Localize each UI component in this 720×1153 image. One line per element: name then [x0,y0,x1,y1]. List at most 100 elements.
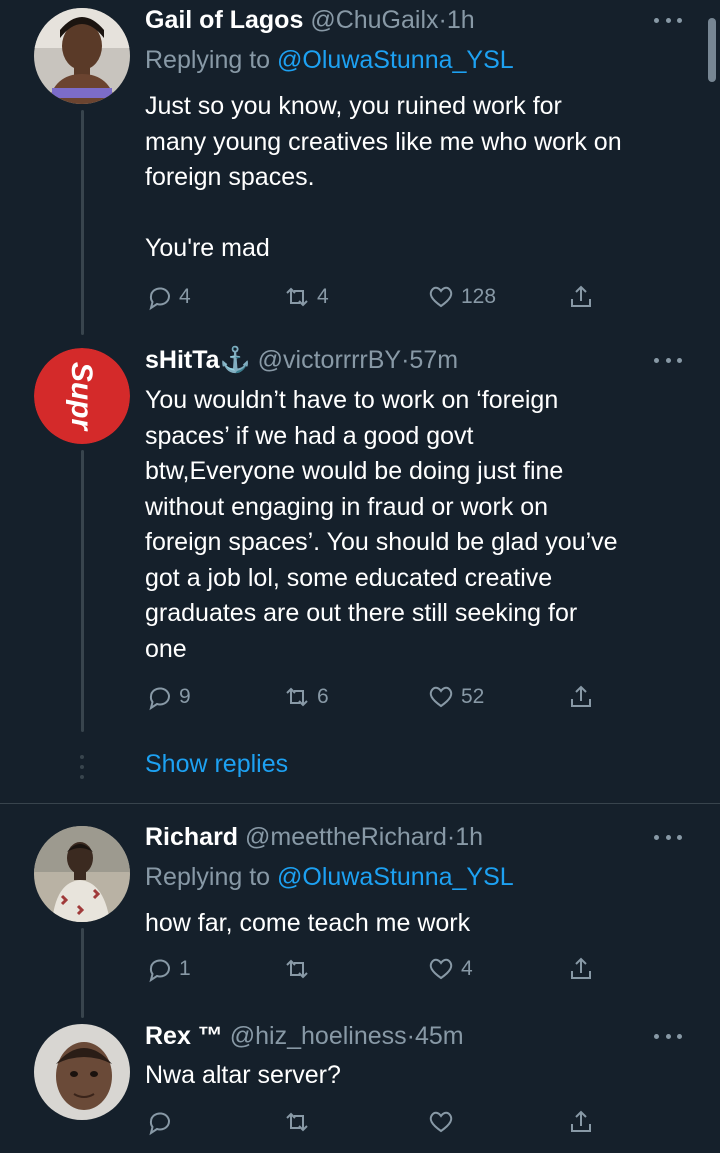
reply-count: 1 [179,957,191,980]
separator-dot: · [438,6,447,34]
share-icon [571,1110,591,1132]
display-name[interactable]: Gail of Lagos [145,6,303,34]
scrollbar[interactable] [708,18,716,82]
share-icon [571,685,591,707]
more-options-icon[interactable] [654,355,682,365]
tweet-text-line: You're mad [145,234,270,262]
tweet-text-line: btw,Everyone would be doing just fine [145,457,564,485]
tweet-text-line: spaces’ if we had a good govt [145,421,474,450]
replying-to-label: Replying to [145,863,278,891]
retweet-button[interactable]: 4 [283,283,329,311]
anchor-emoji: ⚓ [219,346,251,374]
more-options-icon[interactable] [654,832,682,842]
timestamp[interactable]: 1h [455,823,483,851]
like-button[interactable] [427,1108,455,1136]
heart-icon [429,286,453,308]
like-count: 52 [461,685,485,708]
reply-button[interactable]: 9 [145,683,191,711]
retweet-count: 4 [317,285,329,308]
reply-icon [149,959,170,983]
like-button[interactable]: 128 [427,283,496,311]
tweet-text-line: foreign spaces. [145,163,315,191]
reply-button[interactable]: 4 [145,283,191,311]
tweet-text: Just so you know, you ruined work for ma… [145,89,705,267]
tweet-text-line: many young creatives like me who work on [145,127,622,156]
timestamp[interactable]: 57m [409,346,458,374]
share-button[interactable] [567,683,595,711]
tweet-header: Rex ™ @hiz_hoeliness·45m [145,1020,464,1052]
tweet-text-line: Just so you know, you ruined work for [145,92,562,120]
tweet-text: how far, come teach me work [145,906,705,942]
replying-to-link[interactable]: @OluwaStunna_YSL [277,46,514,74]
separator-dot: · [446,823,456,851]
reply-icon [149,687,170,711]
avatar[interactable]: Supr [34,348,130,444]
timestamp[interactable]: 45m [415,1022,464,1050]
timestamp[interactable]: 1h [447,6,475,34]
retweet-icon [286,287,308,307]
user-handle[interactable]: @ChuGailx [310,6,438,34]
reply-count: 9 [179,685,191,708]
heart-icon [429,686,453,708]
retweet-icon [286,959,308,979]
tweet-header: Gail of Lagos @ChuGailx·1h [145,4,475,36]
share-icon [571,285,591,307]
tweet-text-line: got a job lol, some educated creative [145,563,553,592]
reply-button[interactable] [145,1108,173,1136]
user-handle[interactable]: @hiz_hoeliness [230,1022,407,1050]
separator-dot: · [406,1022,415,1050]
replying-to-link[interactable]: @OluwaStunna_YSL [277,863,514,891]
avatar[interactable] [34,826,130,922]
retweet-button[interactable] [283,1108,311,1136]
display-name[interactable]: Richard [145,823,238,851]
tweet-text-line: foreign spaces’. You should be glad you’… [145,528,618,556]
user-handle[interactable]: @meettheRichard [245,823,447,851]
reply-button[interactable]: 1 [145,955,191,983]
user-handle[interactable]: @victorrrrBY [258,346,401,374]
tweet-text: Nwa altar server? [145,1058,705,1094]
heart-icon [429,958,453,980]
replying-to: Replying to @OluwaStunna_YSL [145,861,514,893]
thread-line [81,110,84,335]
replying-to-label: Replying to [145,46,278,74]
reply-icon [149,287,170,311]
retweet-icon [286,687,308,707]
share-button[interactable] [567,283,595,311]
share-button[interactable] [567,1108,595,1136]
tweet-text-line [145,196,705,232]
show-replies-link[interactable]: Show replies [145,750,288,779]
tweet-text-line: graduates are out there still seeking fo… [145,599,578,627]
thread-line [81,928,84,1018]
retweet-icon [286,1112,308,1132]
avatar[interactable] [34,1024,130,1120]
display-name[interactable]: Rex ™ [145,1022,223,1050]
retweet-count: 6 [317,685,329,708]
more-options-icon[interactable] [654,15,682,25]
tweet-text-line: Nwa altar server? [145,1061,341,1089]
heart-icon [429,1111,453,1133]
tweet-text-line: one [145,634,187,663]
tweet-header: Richard @meettheRichard·1h [145,821,483,853]
tweet-text-line: You wouldn’t have to work on ‘foreign [145,386,559,414]
display-name[interactable]: sHitTa [145,346,220,374]
like-button[interactable]: 4 [427,955,473,983]
divider [0,803,720,804]
like-count: 4 [461,957,473,980]
tweet-header: sHitTa⚓ @victorrrrBY·57m [145,344,458,376]
tweet-text-line: without engaging in fraud or work on [145,492,549,521]
reply-icon [149,1112,170,1136]
avatar[interactable] [34,8,130,104]
share-icon [571,957,591,979]
retweet-button[interactable] [283,955,317,983]
retweet-button[interactable]: 6 [283,683,329,711]
thread-line [81,450,84,732]
svg-text:Supr: Supr [65,362,98,433]
replying-to: Replying to @OluwaStunna_YSL [145,44,514,76]
tweet-text: You wouldn’t have to work on ‘foreign sp… [145,383,705,667]
thread-continuation-dots [80,755,84,779]
like-button[interactable]: 52 [427,683,484,711]
more-options-icon[interactable] [654,1031,682,1041]
share-button[interactable] [567,955,595,983]
tweet-text-line: how far, come teach me work [145,909,471,937]
like-count: 128 [461,285,497,308]
